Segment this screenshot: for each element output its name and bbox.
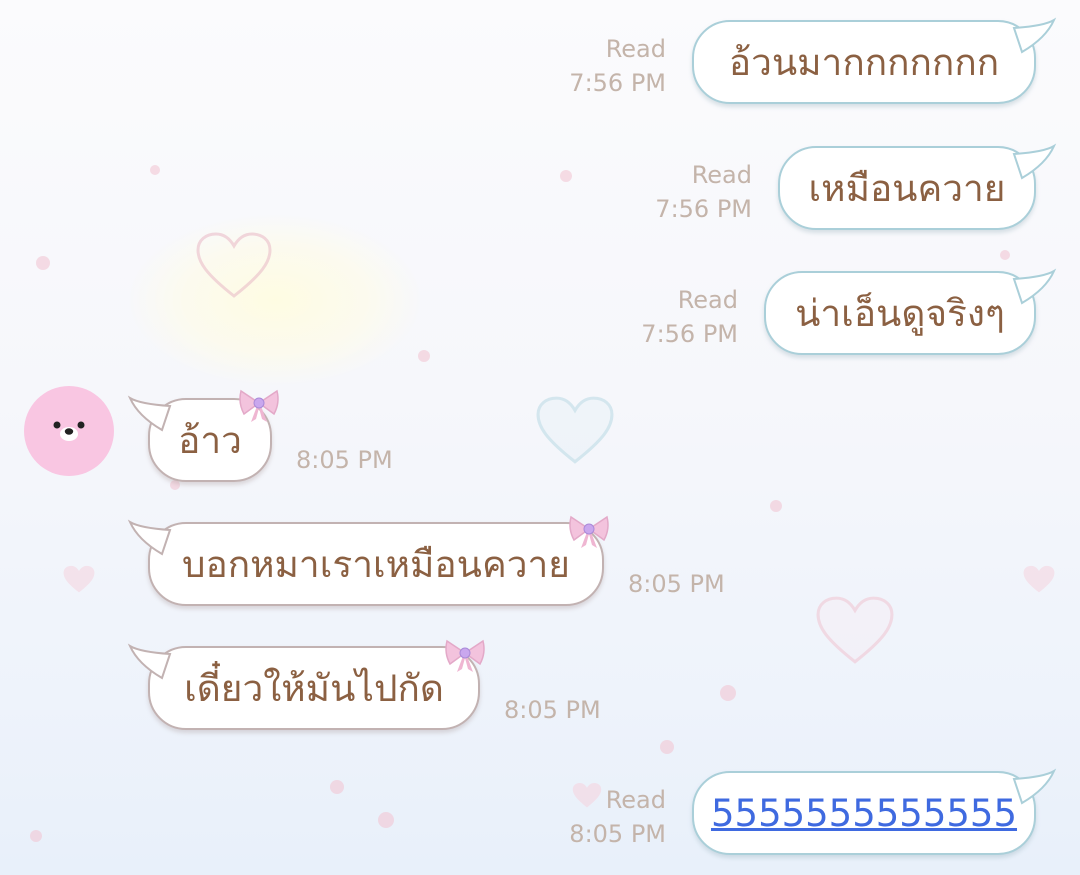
sparkle-decoration <box>770 500 782 512</box>
sparkle-decoration <box>150 165 160 175</box>
outgoing-message-bubble[interactable]: เหมือนควาย <box>778 143 1057 230</box>
sparkle-decoration <box>330 780 344 794</box>
sparkle-decoration <box>378 812 394 828</box>
message-time: 8:05 PM <box>296 446 393 474</box>
message-text: อ้วนมากกกกกกก <box>728 40 1000 84</box>
message-time: 7:56 PM <box>641 320 738 348</box>
bow-ribbon-icon <box>239 389 279 422</box>
message-text: เดี๋ยวให้มันไปกัด <box>184 666 444 710</box>
message-meta: Read 7:56 PM <box>612 283 738 351</box>
sparkle-decoration <box>560 170 572 182</box>
bubble-tail <box>1012 268 1057 305</box>
bow-ribbon-icon <box>569 515 609 548</box>
message-meta: Read 7:56 PM <box>540 32 666 100</box>
background-glow <box>130 215 420 385</box>
message-text: น่าเอ็นดูจริงๆ <box>795 291 1005 335</box>
incoming-message-bubble[interactable]: เดี๋ยวให้มันไปกัด <box>127 643 480 730</box>
message-time: 7:56 PM <box>569 69 666 97</box>
read-status: Read <box>677 286 738 314</box>
bubble-tail <box>1012 143 1057 180</box>
sparkle-decoration <box>36 256 50 270</box>
heart-icon <box>1023 565 1055 593</box>
sparkle-decoration <box>170 480 180 490</box>
read-status: Read <box>605 786 666 814</box>
heart-icon <box>816 596 894 664</box>
sparkle-decoration <box>720 685 736 701</box>
bubble-tail <box>127 395 172 432</box>
bubble-tail <box>127 519 172 556</box>
outgoing-message-bubble[interactable]: อ้วนมากกกกกกก <box>692 17 1057 104</box>
message-meta: Read 8:05 PM <box>540 783 666 851</box>
bubble-tail <box>1012 17 1057 54</box>
message-text: อ้าว <box>178 418 242 462</box>
incoming-message-bubble[interactable]: บอกหมาเราเหมือนควาย <box>127 519 604 606</box>
outgoing-message-bubble[interactable]: 5555555555555 <box>692 768 1057 855</box>
heart-icon <box>63 565 95 593</box>
bubble-tail <box>1012 768 1057 805</box>
sparkle-decoration <box>418 350 430 362</box>
sparkle-decoration <box>30 830 42 842</box>
sparkle-decoration <box>660 740 674 754</box>
outgoing-message-bubble[interactable]: น่าเอ็นดูจริงๆ <box>764 268 1057 355</box>
read-status: Read <box>691 161 752 189</box>
heart-icon <box>196 232 272 298</box>
avatar[interactable] <box>24 386 114 476</box>
sparkle-decoration <box>1000 250 1010 260</box>
message-text: เหมือนควาย <box>808 166 1006 210</box>
message-time: 8:05 PM <box>569 820 666 848</box>
message-text: บอกหมาเราเหมือนควาย <box>182 542 570 586</box>
heart-icon <box>536 396 614 464</box>
message-time: 8:05 PM <box>628 570 725 598</box>
bear-face-avatar <box>53 421 85 441</box>
bubble-tail <box>127 643 172 680</box>
message-time: 7:56 PM <box>655 195 752 223</box>
message-time: 8:05 PM <box>504 696 601 724</box>
read-status: Read <box>605 35 666 63</box>
message-link-text[interactable]: 5555555555555 <box>711 792 1017 835</box>
bow-ribbon-icon <box>445 639 485 672</box>
message-meta: Read 7:56 PM <box>626 158 752 226</box>
